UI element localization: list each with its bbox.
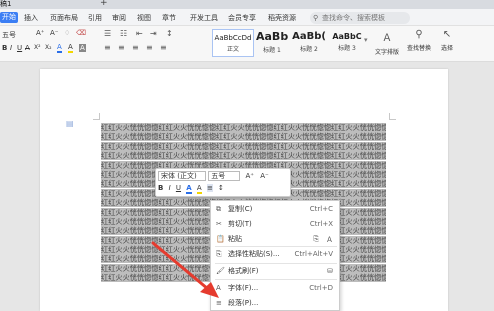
red-arrow-annotation bbox=[151, 241, 219, 298]
arrow-shaft bbox=[151, 241, 210, 291]
